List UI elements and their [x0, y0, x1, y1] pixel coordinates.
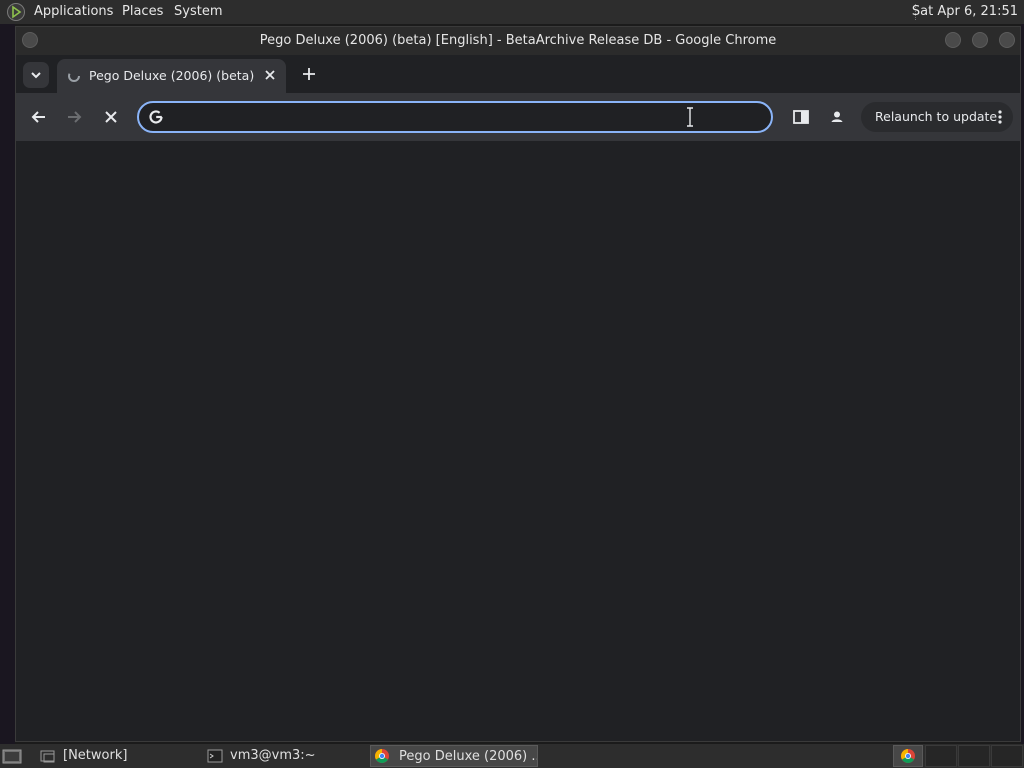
maximize-button[interactable] [972, 32, 988, 48]
tab-search-button[interactable] [23, 62, 49, 88]
taskbar-item-label: Pego Deluxe (2006) ... [399, 749, 538, 764]
taskbar-item-network[interactable]: [Network] [38, 745, 198, 767]
applications-menu[interactable]: Applications [34, 4, 113, 19]
clock[interactable]: Sat Apr 6, 21:51 [912, 4, 1018, 19]
desktop-left-edge [0, 24, 15, 744]
tab-active[interactable]: Pego Deluxe (2006) (beta) [E [57, 59, 286, 93]
side-panel-icon[interactable] [789, 105, 813, 129]
folder-network-icon [40, 750, 55, 763]
taskbar-item-terminal[interactable]: vm3@vm3:~ [205, 745, 365, 767]
google-g-icon [149, 110, 163, 124]
mate-logo-icon[interactable] [6, 2, 26, 22]
close-window-button[interactable] [999, 32, 1015, 48]
text-cursor-icon [687, 107, 693, 127]
system-menu[interactable]: System [174, 4, 222, 19]
top-panel: Applications Places System Sat Apr 6, 21… [0, 0, 1024, 24]
taskbar-item-chrome[interactable]: Pego Deluxe (2006) ... [370, 745, 538, 767]
address-input[interactable] [175, 107, 739, 129]
tab-strip: Pego Deluxe (2006) (beta) [E [16, 55, 1020, 93]
new-tab-plus-icon[interactable] [299, 64, 319, 84]
taskbar-item-label: [Network] [63, 748, 128, 763]
places-menu[interactable]: Places [122, 4, 163, 19]
taskbar-item-label: vm3@vm3:~ [230, 748, 316, 763]
workspace-4[interactable] [991, 745, 1023, 767]
chrome-icon [901, 749, 915, 763]
kebab-menu-icon[interactable] [997, 109, 1003, 125]
browser-window: Pego Deluxe (2006) (beta) [English] - Be… [15, 26, 1021, 742]
chrome-icon [375, 749, 389, 763]
loading-spinner-icon [68, 70, 80, 82]
relaunch-label: Relaunch to update [875, 109, 998, 124]
stop-loading-icon[interactable] [99, 105, 123, 129]
chevron-down-icon [31, 72, 41, 79]
bottom-panel: [Network] vm3@vm3:~ Pego Deluxe (2006) .… [0, 744, 1024, 768]
window-menu-button[interactable] [22, 32, 38, 48]
show-desktop-icon[interactable] [2, 747, 22, 765]
window-title: Pego Deluxe (2006) (beta) [English] - Be… [259, 33, 777, 48]
browser-toolbar: Relaunch to update [16, 93, 1020, 141]
address-bar[interactable] [137, 101, 773, 133]
profile-avatar-icon[interactable] [825, 105, 849, 129]
workspace-switcher[interactable] [893, 745, 923, 767]
workspace-3[interactable] [958, 745, 990, 767]
back-arrow-icon[interactable] [27, 105, 51, 129]
minimize-button[interactable] [945, 32, 961, 48]
workspace-2[interactable] [925, 745, 957, 767]
window-titlebar[interactable]: Pego Deluxe (2006) (beta) [English] - Be… [16, 27, 1020, 55]
relaunch-to-update-button[interactable]: Relaunch to update [861, 102, 1013, 132]
terminal-icon [207, 749, 223, 763]
tab-close-icon[interactable] [262, 67, 278, 83]
tab-title: Pego Deluxe (2006) (beta) [E [89, 68, 255, 83]
forward-arrow-icon[interactable] [62, 105, 86, 129]
page-content[interactable] [16, 141, 1020, 741]
